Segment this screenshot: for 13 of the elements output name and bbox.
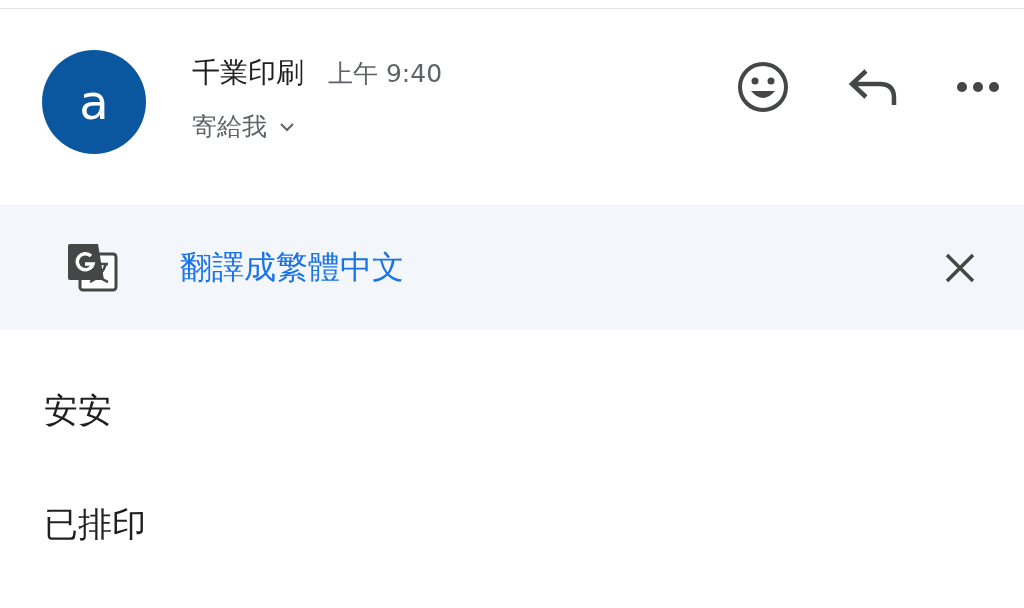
emoji-button[interactable] [736, 60, 790, 114]
translate-link[interactable]: 翻譯成繁體中文 [180, 245, 944, 290]
time-label: 上午 9:40 [328, 58, 443, 90]
message-text: 安安 [44, 389, 113, 432]
reply-button[interactable] [848, 67, 898, 107]
recipient-label[interactable]: 寄給我 [192, 110, 267, 143]
translate-icon [66, 241, 120, 294]
more-button[interactable] [956, 81, 1000, 93]
close-button[interactable] [944, 251, 976, 284]
sender-name: 千業印刷 [192, 55, 304, 91]
chevron-down-icon[interactable] [279, 121, 295, 132]
avatar: a [42, 50, 146, 154]
message-text: 已排印 [44, 503, 147, 546]
